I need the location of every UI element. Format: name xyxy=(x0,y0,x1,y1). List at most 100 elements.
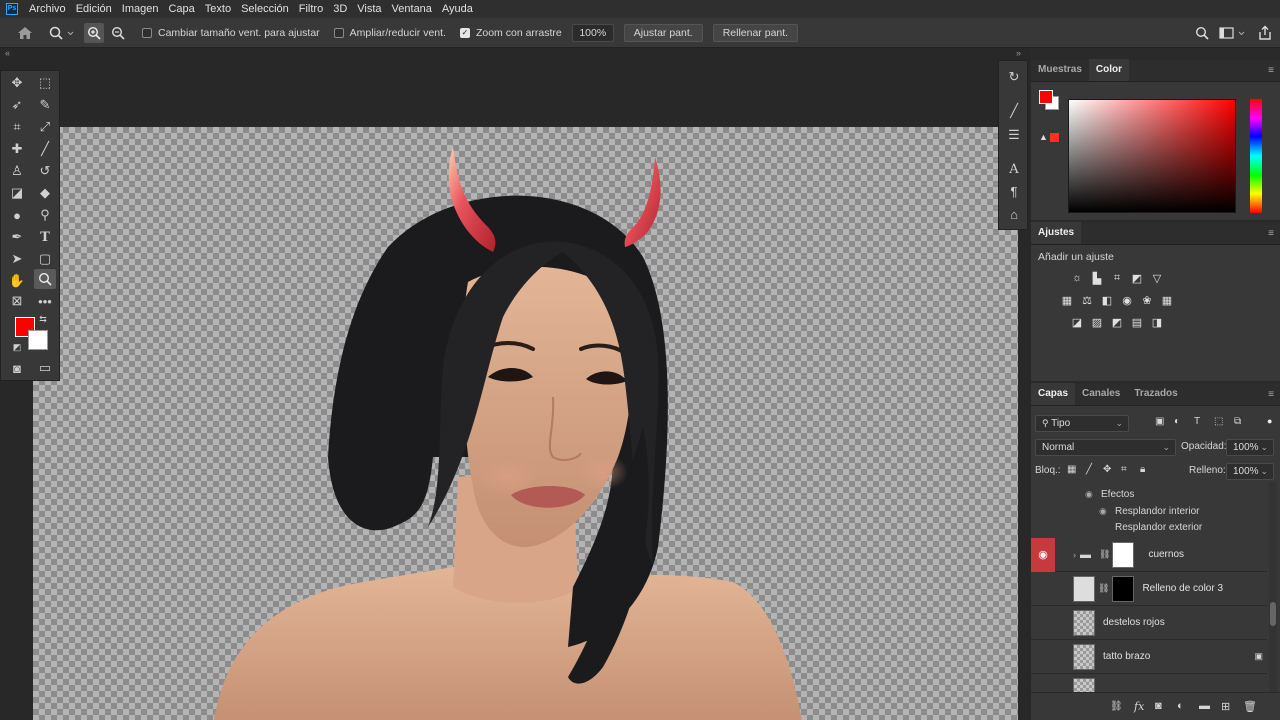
tab-layers[interactable]: Capas xyxy=(1031,383,1076,405)
menu-capa[interactable]: Capa xyxy=(163,0,199,18)
zoom-tool-icon[interactable] xyxy=(34,269,56,289)
collapse-left-icon[interactable]: « xyxy=(5,48,10,58)
document-canvas[interactable] xyxy=(33,127,1018,720)
resize-windows-checkbox[interactable]: Cambiar tamaño vent. para ajustar xyxy=(142,27,320,39)
search-icon[interactable] xyxy=(1195,26,1209,40)
layer-row[interactable]: ⛓ Relleno de color 3 xyxy=(1031,572,1267,606)
layers-scrollbar[interactable] xyxy=(1269,482,1277,692)
fit-screen-button[interactable]: Ajustar pant. xyxy=(623,23,703,42)
effects-row[interactable]: ◉ Efectos xyxy=(1031,488,1267,504)
history-panel-icon[interactable]: ↻ xyxy=(1003,67,1025,87)
tab-channels[interactable]: Canales xyxy=(1075,383,1127,405)
invert-icon[interactable]: ◪ xyxy=(1069,314,1085,330)
opacity-field[interactable]: 100% ⌄ xyxy=(1226,439,1274,456)
screen-mode-icon[interactable]: ▭ xyxy=(34,358,56,378)
background-color-swatch[interactable] xyxy=(28,330,48,350)
scrollbar-thumb[interactable] xyxy=(1270,602,1276,626)
eyedropper-tool-icon[interactable]: ⤢ xyxy=(34,117,56,137)
new-adjustment-icon[interactable]: ◐ xyxy=(1177,700,1184,712)
home-icon[interactable] xyxy=(14,26,36,40)
fill-field[interactable]: 100% ⌄ xyxy=(1226,463,1274,480)
threshold-icon[interactable]: ◩ xyxy=(1109,314,1125,330)
filter-smart-object-icon[interactable]: ⧉ xyxy=(1234,416,1241,427)
delete-layer-icon[interactable]: 🗑︎ xyxy=(1243,700,1257,713)
frame-tool-icon[interactable]: ⊠ xyxy=(6,291,28,311)
menu-ventana[interactable]: Ventana xyxy=(387,0,437,18)
blend-mode-select[interactable]: Normal ⌄ xyxy=(1035,439,1176,456)
filter-toggle-icon[interactable]: ● xyxy=(1267,416,1272,426)
lasso-tool-icon[interactable]: ➶ xyxy=(6,95,28,115)
lock-position-icon[interactable]: ✥ xyxy=(1103,464,1111,475)
add-mask-icon[interactable]: ◙ xyxy=(1155,700,1162,712)
visibility-toggle[interactable] xyxy=(1031,572,1055,606)
path-selection-tool-icon[interactable]: ➤ xyxy=(6,249,28,269)
paint-bucket-tool-icon[interactable]: ◆ xyxy=(34,183,56,203)
layer-row[interactable]: ◉ › ▬ ⛓ cuernos xyxy=(1031,537,1267,572)
scrubby-zoom-checkbox[interactable]: ✓ Zoom con arrastre xyxy=(459,27,562,39)
visibility-toggle[interactable] xyxy=(1031,674,1055,693)
layer-row[interactable]: destelos rojos xyxy=(1031,606,1267,640)
visibility-toggle[interactable] xyxy=(1031,606,1055,640)
checkbox-checked[interactable]: ✓ xyxy=(459,27,470,38)
healing-brush-tool-icon[interactable]: ✚ xyxy=(6,139,28,159)
menu-3d[interactable]: 3D xyxy=(328,0,352,18)
checkbox-box[interactable] xyxy=(142,27,152,38)
brush-settings-icon[interactable]: ╱ xyxy=(1003,101,1025,121)
type-tool-icon[interactable]: T xyxy=(34,227,56,247)
lock-all-icon[interactable]: 🔒︎ xyxy=(1140,464,1145,475)
properties-panel-icon[interactable]: ☰ xyxy=(1003,125,1025,145)
color-picker-field[interactable] xyxy=(1068,99,1236,213)
chevron-right-icon[interactable]: › xyxy=(1073,550,1076,560)
menu-vista[interactable]: Vista xyxy=(352,0,386,18)
menu-imagen[interactable]: Imagen xyxy=(117,0,164,18)
photo-filter-icon[interactable]: ◉ xyxy=(1119,292,1135,308)
filter-type-icon[interactable]: T xyxy=(1194,416,1200,427)
tab-color[interactable]: Color xyxy=(1088,59,1130,81)
checkbox-box[interactable] xyxy=(333,27,344,38)
marquee-tool-icon[interactable]: ⬚ xyxy=(34,73,56,93)
shape-tool-icon[interactable]: ▢ xyxy=(34,249,56,269)
share-icon[interactable] xyxy=(1257,25,1273,41)
effect-outer-glow-row[interactable]: Resplandor exterior xyxy=(1031,520,1267,536)
quick-selection-tool-icon[interactable]: ✎ xyxy=(34,95,56,115)
menu-edicion[interactable]: Edición xyxy=(71,0,117,18)
panel-menu-icon[interactable]: ≡ xyxy=(1268,65,1274,76)
selective-color-icon[interactable]: ◨ xyxy=(1149,314,1165,330)
blur-tool-icon[interactable]: ● xyxy=(6,205,28,225)
zoom-tool-preset-icon[interactable] xyxy=(48,26,76,40)
exposure-icon[interactable]: ◩ xyxy=(1129,270,1145,286)
zoom-out-icon[interactable] xyxy=(108,26,128,40)
filter-pixel-icon[interactable]: ▣ xyxy=(1155,416,1164,427)
zoom-percent-field[interactable]: 100% xyxy=(571,23,614,42)
effect-inner-glow-row[interactable]: ◉ Resplandor interior xyxy=(1031,504,1267,520)
fill-layer-thumbnail[interactable] xyxy=(1073,575,1095,602)
color-lookup-icon[interactable]: ▦ xyxy=(1159,292,1175,308)
tab-paths[interactable]: Trazados xyxy=(1127,383,1184,405)
hue-saturation-icon[interactable]: ▦ xyxy=(1059,292,1075,308)
hue-slider[interactable] xyxy=(1250,99,1262,213)
eye-icon[interactable]: ◉ xyxy=(1085,489,1093,500)
more-tools-icon[interactable]: ••• xyxy=(34,291,56,311)
glyphs-panel-icon[interactable]: ⌂ xyxy=(1003,204,1025,224)
visibility-toggle[interactable] xyxy=(1031,640,1055,674)
collapse-right-icon[interactable]: » xyxy=(1016,48,1021,58)
crop-tool-icon[interactable]: ⌗ xyxy=(6,117,28,137)
history-brush-tool-icon[interactable]: ↺ xyxy=(34,161,56,181)
layer-thumbnail[interactable] xyxy=(1073,677,1095,692)
zoom-in-icon[interactable] xyxy=(84,22,104,43)
clone-stamp-tool-icon[interactable]: ♙ xyxy=(6,161,28,181)
menu-texto[interactable]: Texto xyxy=(200,0,236,18)
lock-transparent-icon[interactable]: ▦ xyxy=(1067,464,1076,475)
layer-filter-select[interactable]: ⚲ Tipo ⌄ xyxy=(1035,415,1129,432)
levels-icon[interactable]: ▙ xyxy=(1089,270,1105,286)
hand-tool-icon[interactable]: ✋ xyxy=(6,271,28,291)
color-panel-fg-swatch[interactable] xyxy=(1039,90,1053,104)
panel-menu-icon[interactable]: ≡ xyxy=(1268,389,1274,400)
layer-row[interactable]: tatto brazo ▣ xyxy=(1031,640,1267,674)
tab-swatches[interactable]: Muestras xyxy=(1031,59,1089,81)
vibrance-icon[interactable]: ▽ xyxy=(1149,270,1165,286)
quick-mask-icon[interactable]: ◙ xyxy=(6,358,28,378)
brush-tool-icon[interactable]: ╱ xyxy=(34,139,56,159)
layer-style-icon[interactable]: fx xyxy=(1134,700,1144,713)
fill-screen-button[interactable]: Rellenar pant. xyxy=(712,23,799,42)
